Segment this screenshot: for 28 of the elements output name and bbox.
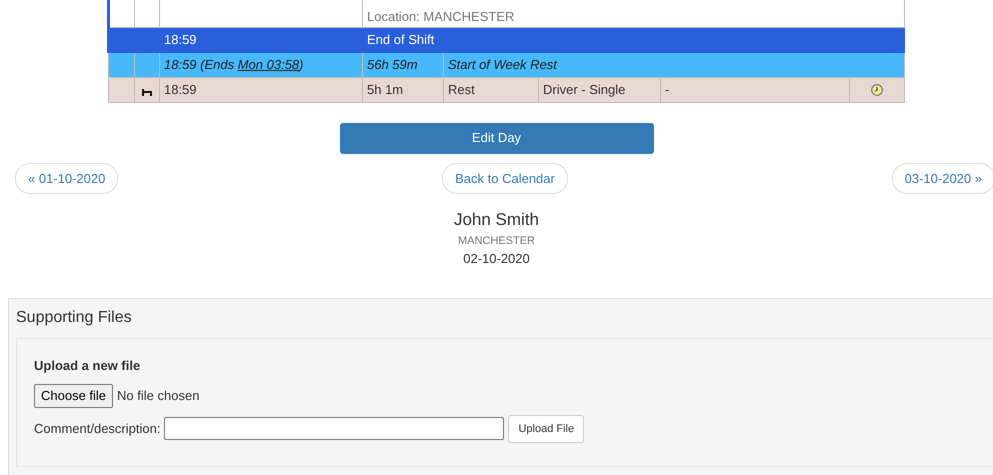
bed-icon [142, 89, 152, 96]
choose-file-button[interactable]: Choose file [34, 384, 114, 408]
previous-day-link[interactable]: « 01-10-2020 [15, 162, 118, 194]
role-cell: Driver - Single [538, 77, 660, 102]
duration-cell: 56h 59m [362, 52, 444, 77]
event-label: Start of Week Rest [444, 52, 905, 77]
event-label: End of Shift [362, 27, 905, 52]
ends-link[interactable]: Mon 03:58 [238, 56, 300, 72]
duration-cell: 5h 1m [362, 77, 444, 102]
upload-file-button[interactable]: Upload File [508, 414, 584, 443]
driver-name: John Smith [454, 209, 540, 231]
note-cell: - [660, 77, 850, 102]
panel-title: Supporting Files [15, 308, 133, 328]
comment-field[interactable] [164, 417, 504, 440]
clock-icon[interactable] [871, 84, 884, 96]
back-to-calendar-link[interactable]: Back to Calendar [442, 162, 568, 194]
time-cell: 18:59 [160, 27, 362, 52]
day-date: 02-10-2020 [463, 250, 530, 268]
comment-label: Comment/description: [34, 420, 160, 438]
time-cell: 18:59 (Ends Mon 03:58) [160, 52, 362, 77]
depot-name: MANCHESTER [458, 234, 535, 248]
file-status: No file chosen [117, 387, 200, 405]
time-cell: 18:59 [160, 77, 362, 102]
upload-heading: Upload a new file [34, 356, 142, 375]
activity-cell: Rest [444, 77, 538, 102]
location-text: Location: MANCHESTER [362, 0, 905, 27]
edit-day-button[interactable]: Edit Day [340, 122, 654, 154]
next-day-link[interactable]: 03-10-2020 » [892, 162, 993, 194]
